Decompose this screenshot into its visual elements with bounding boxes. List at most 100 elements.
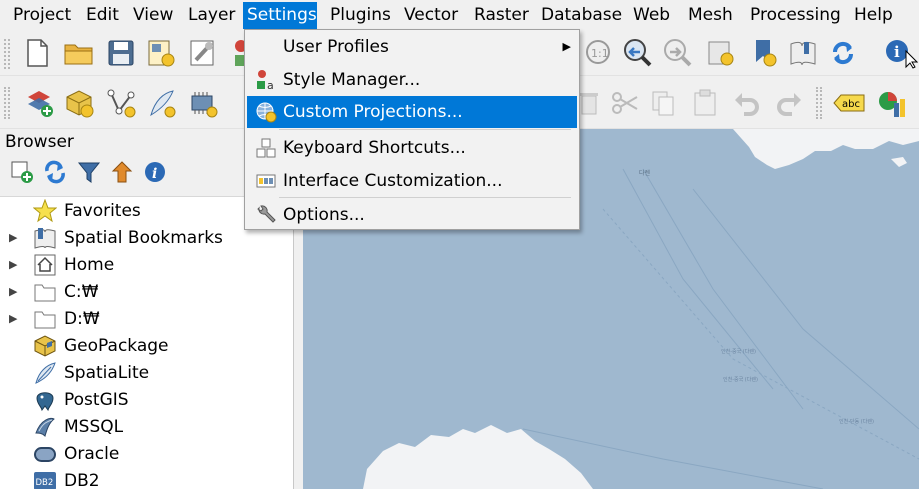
spatial-bookmarks-button[interactable] [786,36,820,70]
db2-badge-text: DB2 [36,478,54,488]
identify-features-button[interactable]: i [884,36,918,70]
keyboard-shortcuts-icon [254,136,278,160]
toolbar-grip[interactable] [816,87,822,119]
new-spatialite-button[interactable] [144,86,178,120]
new-project-button[interactable] [20,36,54,70]
tree-item-label: MSSQL [64,416,124,437]
place-label: 다렌 [639,169,651,177]
toolbar-grip[interactable] [4,87,10,119]
menu-plugins[interactable]: Plugins [326,2,395,29]
open-project-button[interactable] [62,36,96,70]
expand-arrow-icon[interactable]: ▶ [9,258,21,271]
add-layer-button[interactable] [22,86,56,120]
zoom-next-button[interactable] [660,36,694,70]
expand-arrow-icon[interactable]: ▶ [9,231,21,244]
expand-arrow-icon[interactable]: ▶ [9,285,21,298]
redo-button[interactable] [772,86,806,120]
route-label: 인천-중국 (다렌) [723,376,758,383]
bookmark-pin-icon [756,40,777,67]
expand-arrow-icon[interactable]: ▶ [9,312,21,325]
menu-settings[interactable]: Settings [243,2,317,29]
menu-item-user-profiles[interactable]: User Profiles ▶ [247,31,577,63]
menu-help[interactable]: Help [850,2,897,29]
menu-layer[interactable]: Layer [184,2,239,29]
menu-separator [279,129,571,130]
copy-features-button[interactable] [646,86,680,120]
zoom-native-button[interactable]: 1:1 [582,36,616,70]
menu-item-style-manager[interactable]: a Style Manager... [247,64,577,96]
new-print-layout-button[interactable] [144,36,178,70]
menu-edit[interactable]: Edit [82,2,123,29]
diagram-button[interactable] [876,86,910,120]
layout-manager-button[interactable] [186,36,220,70]
tree-item-home[interactable]: ▶ Home [0,251,293,278]
save-project-button[interactable] [104,36,138,70]
land-south [363,425,593,489]
tree-item-db2[interactable]: DB2 DB2 [0,467,293,489]
tree-item-mssql[interactable]: MSSQL [0,413,293,440]
label-tag-text: abc [842,99,860,110]
feather-icon [150,90,176,118]
cut-features-button[interactable] [608,86,642,120]
zoom-last-button[interactable] [620,36,654,70]
menu-item-label: User Profiles [283,37,389,57]
browser-collapse-button[interactable] [108,158,136,186]
menu-item-label: Custom Projections... [283,102,463,122]
menu-raster[interactable]: Raster [470,2,533,29]
oracle-icon [33,442,57,466]
new-vector-layer-button[interactable] [104,86,138,120]
show-bookmarks-button[interactable] [748,36,782,70]
bookmark-icon [33,226,57,250]
toolbar-grip[interactable] [4,39,10,69]
svg-text:i: i [894,43,900,61]
folder-icon [33,280,57,304]
tree-item-d-drive[interactable]: ▶ D:₩ [0,305,293,332]
menu-item-options[interactable]: Options... [247,199,577,231]
submenu-arrow-icon: ▶ [562,40,571,53]
new-temp-layer-button[interactable] [186,86,220,120]
menu-separator [279,197,571,198]
wrench-icon [254,203,278,227]
menu-item-keyboard-shortcuts[interactable]: Keyboard Shortcuts... [247,132,577,164]
menu-view[interactable]: View [129,2,177,29]
layout-manager-icon [190,40,214,66]
undo-button[interactable] [730,86,764,120]
browser-filter-button[interactable] [75,158,103,186]
menu-item-interface-customization[interactable]: Interface Customization... [247,165,577,197]
menu-database[interactable]: Database [537,2,626,29]
tree-item-c-drive[interactable]: ▶ C:₩ [0,278,293,305]
menu-processing[interactable]: Processing [746,2,845,29]
refresh-button[interactable] [826,36,860,70]
paste-features-button[interactable] [688,86,722,120]
browser-refresh-button[interactable] [41,158,69,186]
menu-mesh[interactable]: Mesh [684,2,737,29]
menu-item-label: Options... [283,205,365,225]
book-icon [790,41,816,66]
tree-item-spatialite[interactable]: SpatiaLite [0,359,293,386]
new-geopackage-button[interactable] [62,86,96,120]
tree-item-geopackage[interactable]: GeoPackage [0,332,293,359]
tree-item-label: Favorites [64,200,141,221]
layer-labeling-button[interactable]: abc [832,86,866,120]
menu-project[interactable]: Project [9,2,75,29]
tree-item-label: Home [64,254,115,275]
add-layers-icon [28,91,53,117]
browser-add-selected-button[interactable] [8,158,36,186]
menu-item-custom-projections[interactable]: Custom Projections... [247,96,577,128]
interface-customization-icon [254,169,278,193]
menu-web[interactable]: Web [629,2,674,29]
memory-chip-icon [191,92,218,118]
browser-tree: Favorites ▶ Spatial Bookmarks ▶ Home ▶ C… [0,196,293,489]
star-icon [33,198,57,223]
add-layer-small-icon [11,161,33,183]
mssql-icon [33,415,57,439]
undo-icon [735,93,759,116]
filter-funnel-icon [77,162,101,183]
browser-panel-title: Browser [5,132,74,152]
browser-properties-button[interactable]: i [141,158,169,186]
collapse-tree-icon [111,161,133,183]
new-bookmark-button[interactable] [704,36,738,70]
menu-vector[interactable]: Vector [400,2,462,29]
tree-item-oracle[interactable]: Oracle [0,440,293,467]
tree-item-postgis[interactable]: PostGIS [0,386,293,413]
